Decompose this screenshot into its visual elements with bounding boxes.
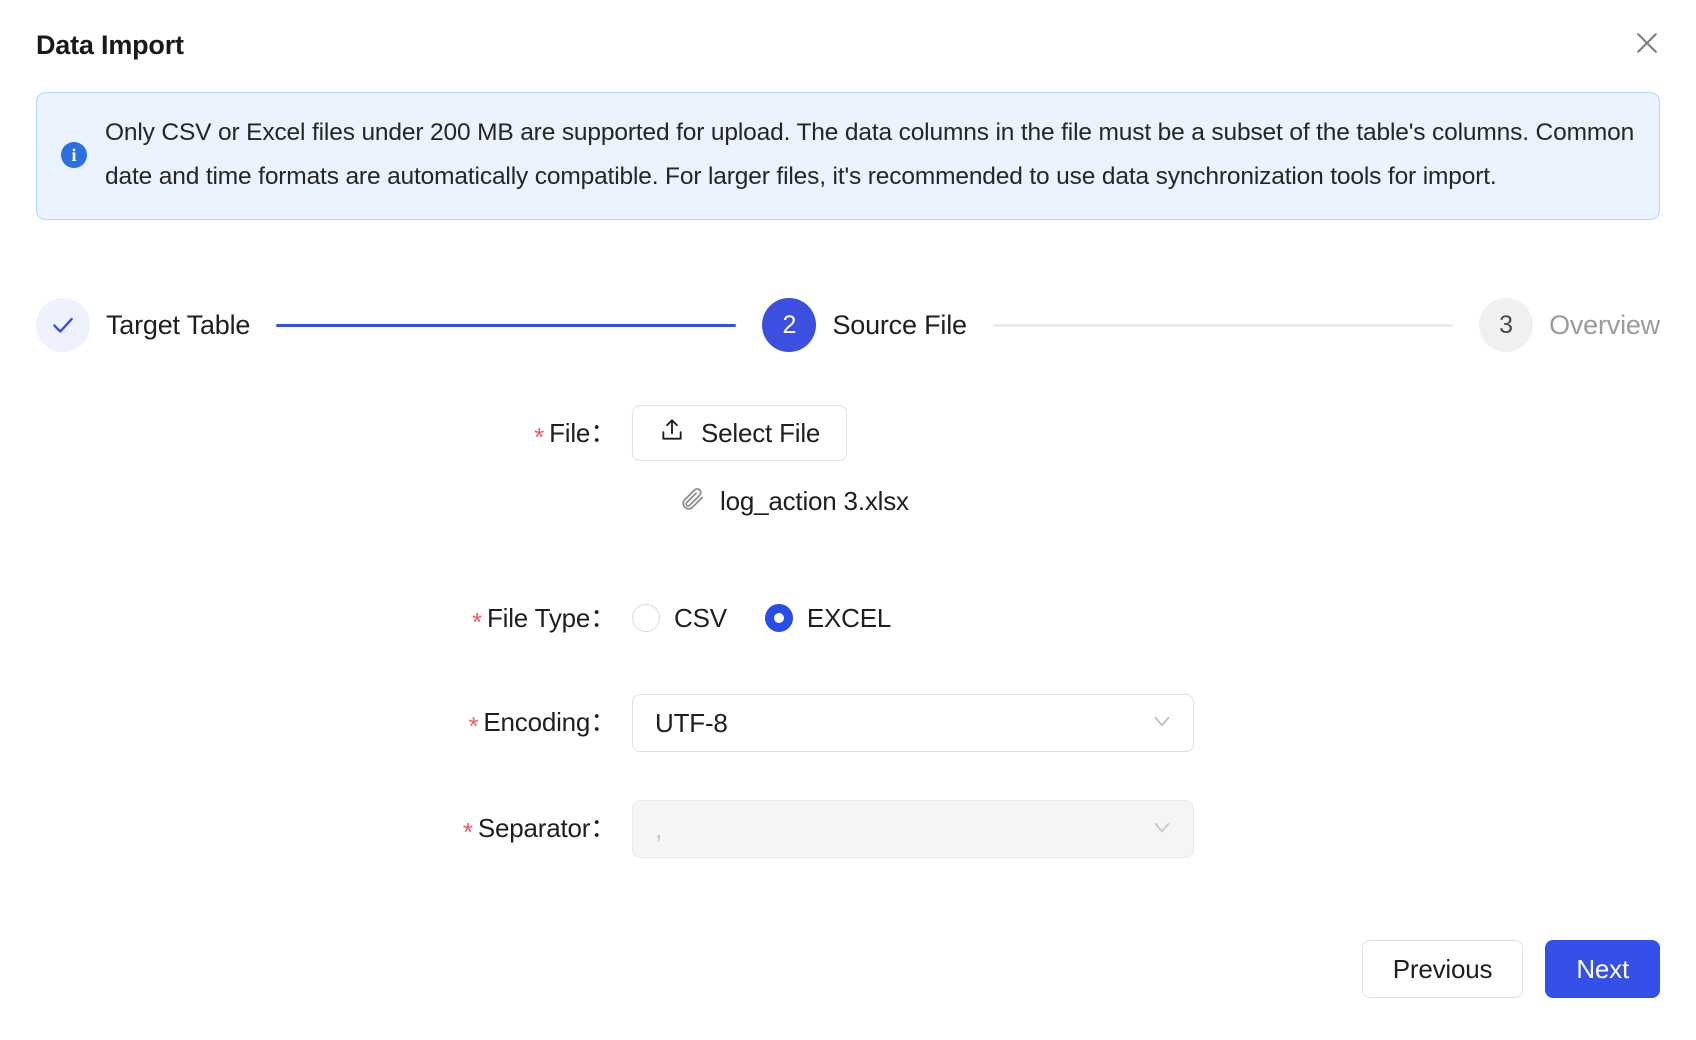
separator-select-placeholder: , <box>655 813 663 844</box>
separator-label-text: Separator： <box>477 813 616 843</box>
step-connector-2 <box>992 323 1454 327</box>
radio-icon-csv <box>632 604 660 632</box>
encoding-select[interactable]: UTF-8 <box>632 694 1194 752</box>
step-2-label: Source File <box>832 309 967 340</box>
encoding-select-value: UTF-8 <box>655 707 728 738</box>
form-row-file-type: * File Type： CSV EXCEL <box>0 590 1696 646</box>
encoding-control: UTF-8 <box>632 694 1696 752</box>
step-2-indicator: 2 <box>762 298 817 352</box>
radio-option-excel[interactable]: EXCEL <box>764 602 892 634</box>
file-type-label-text: File Type： <box>486 603 616 633</box>
info-banner-text: Only CSV or Excel files under 200 MB are… <box>105 119 1635 190</box>
previous-button[interactable]: Previous <box>1361 940 1524 998</box>
page-title: Data Import <box>36 30 184 60</box>
data-import-dialog: Data Import i Only CSV or Excel files un… <box>0 0 1696 1040</box>
encoding-label: * Encoding： <box>0 694 632 750</box>
step-1-label: Target Table <box>106 309 251 340</box>
form-row-separator: * Separator： , <box>0 800 1696 858</box>
step-3-indicator: 3 <box>1479 298 1534 352</box>
step-source-file[interactable]: 2 Source File <box>762 298 967 352</box>
form-row-encoding: * Encoding： UTF-8 <box>0 694 1696 752</box>
radio-option-csv[interactable]: CSV <box>632 603 727 634</box>
file-type-control: CSV EXCEL <box>632 590 1696 646</box>
file-label-text: File： <box>549 418 616 448</box>
separator-control: , <box>632 800 1696 858</box>
select-file-button-label: Select File <box>701 417 821 448</box>
radio-label-csv: CSV <box>674 602 727 633</box>
radio-label-excel: EXCEL <box>806 602 892 633</box>
import-form: * File： Select File log_action 3.xlsx * … <box>0 405 1696 858</box>
selected-file-item[interactable]: log_action 3.xlsx <box>680 485 1696 518</box>
required-marker: * <box>534 422 545 452</box>
info-icon: i <box>61 142 87 168</box>
step-3-label: Overview <box>1549 309 1660 340</box>
chevron-down-icon <box>1149 814 1175 845</box>
radio-icon-excel <box>764 604 793 632</box>
required-marker: * <box>472 607 482 637</box>
required-marker: * <box>462 817 473 847</box>
separator-select: , <box>632 800 1194 858</box>
dialog-footer: Previous Next <box>1361 940 1660 998</box>
file-control: Select File log_action 3.xlsx <box>632 405 1696 518</box>
chevron-down-icon <box>1149 708 1175 739</box>
close-icon <box>1632 28 1662 58</box>
dialog-header: Data Import <box>0 0 1696 70</box>
info-banner: i Only CSV or Excel files under 200 MB a… <box>36 92 1660 220</box>
file-type-radio-group: CSV EXCEL <box>632 590 1696 646</box>
step-1-indicator <box>36 298 90 352</box>
upload-icon <box>659 417 685 450</box>
step-target-table[interactable]: Target Table <box>36 298 250 352</box>
form-row-file: * File： Select File log_action 3.xlsx <box>0 405 1696 518</box>
next-button[interactable]: Next <box>1545 940 1660 998</box>
separator-label: * Separator： <box>0 800 632 856</box>
step-connector-1 <box>276 323 737 327</box>
stepper: Target Table 2 Source File 3 Overview <box>36 295 1660 355</box>
file-type-label: * File Type： <box>0 590 632 646</box>
file-label: * File： <box>0 405 632 461</box>
encoding-label-text: Encoding： <box>483 707 616 737</box>
required-marker: * <box>468 711 479 741</box>
step-overview[interactable]: 3 Overview <box>1479 298 1660 352</box>
select-file-button[interactable]: Select File <box>632 405 848 461</box>
selected-file-name: log_action 3.xlsx <box>720 486 909 516</box>
close-button[interactable] <box>1624 20 1670 66</box>
paperclip-icon <box>680 485 706 518</box>
